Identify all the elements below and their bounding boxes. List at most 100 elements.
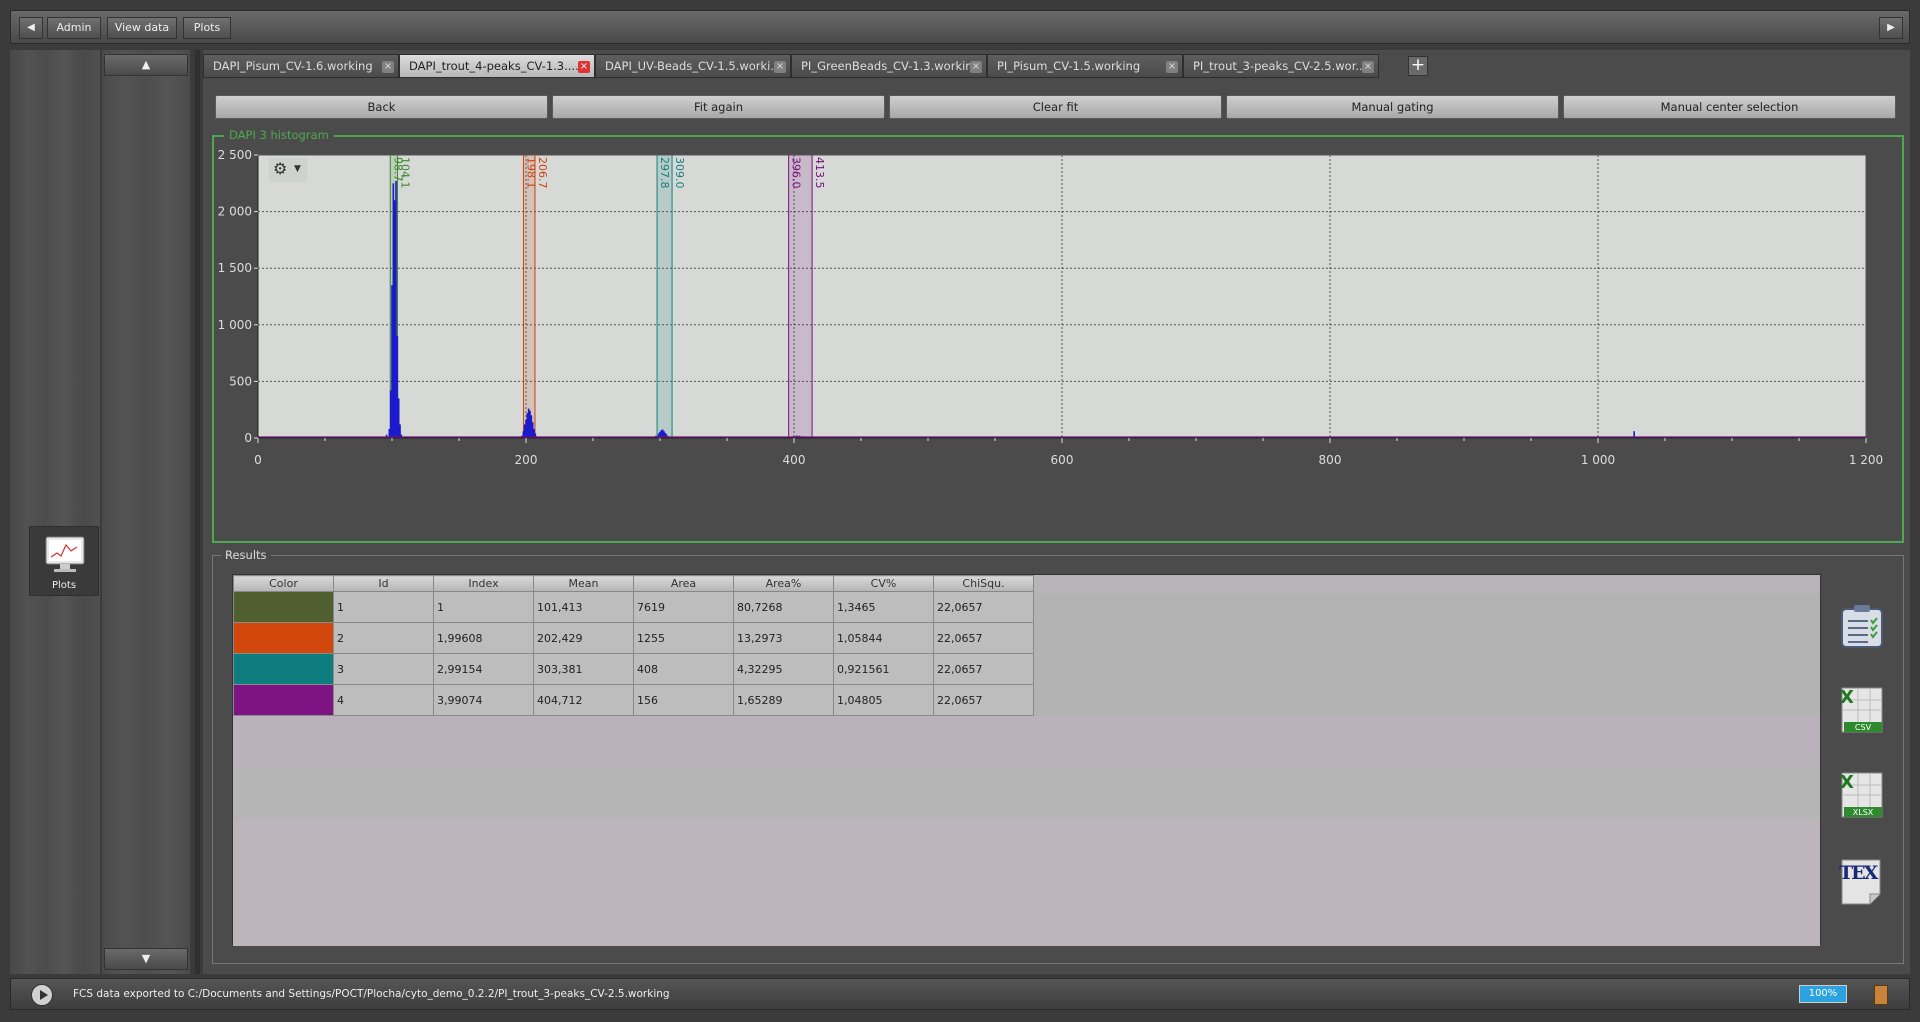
column-header-index[interactable]: Index	[433, 575, 534, 592]
plots-button[interactable]: Plots	[183, 17, 231, 39]
column-header-area-pct[interactable]: Area%	[733, 575, 834, 592]
gate-left-label: 396.0	[790, 157, 803, 189]
status-bar: FCS data exported to C:/Documents and Se…	[10, 978, 1910, 1010]
histogram-panel: DAPI 3 histogram 98.7 104.1 198.1 206.7 297.…	[212, 128, 1904, 543]
manual-gating-button[interactable]: Manual gating	[1226, 95, 1559, 119]
gate-left-label: 198.1	[524, 157, 537, 189]
table-cell-mean: 303,381	[533, 653, 634, 685]
close-icon[interactable]: ×	[1166, 61, 1178, 73]
column-header-color[interactable]: Color	[233, 575, 334, 592]
checklist-report-icon[interactable]	[1838, 603, 1886, 651]
plots-sidebar-label: Plots	[51, 580, 77, 591]
export-tex-button[interactable]: TEX	[1836, 856, 1886, 906]
x-tick-label: 400	[783, 453, 806, 467]
table-cell-mean: 202,429	[533, 622, 634, 654]
table-cell-index: 2,99154	[433, 653, 534, 685]
close-icon[interactable]: ×	[382, 61, 394, 73]
table-cell-area: 156	[633, 684, 734, 716]
table-row[interactable]: 2 1,99608 202,429 1255 13,2973 1,05844 22,0657	[233, 622, 1034, 654]
gate-region	[657, 155, 673, 438]
gear-icon: ⚙	[273, 159, 288, 178]
table-row[interactable]: 4 3,99074 404,712 156 1,65289 1,04805 22,0657	[233, 684, 1034, 716]
back-button[interactable]: Back	[215, 95, 548, 119]
table-cell-area-pct: 80,7268	[733, 591, 834, 623]
zoom-indicator[interactable]: 100%	[1799, 985, 1847, 1003]
tex-label: TEX	[1839, 862, 1878, 884]
y-tick-label: 500	[229, 374, 252, 388]
column-header-area[interactable]: Area	[633, 575, 734, 592]
color-swatch[interactable]	[233, 591, 334, 623]
main-panel: DAPI_Pisum_CV-1.6.working × DAPI_trout_4…	[203, 50, 1910, 974]
color-swatch[interactable]	[233, 622, 334, 654]
tab-label: DAPI_trout_4-peaks_CV-1.3....	[409, 59, 579, 73]
manual-center-selection-button[interactable]: Manual center selection	[1563, 95, 1896, 119]
table-cell-area: 408	[633, 653, 734, 685]
monitor-chart-icon	[45, 536, 85, 572]
export-csv-button[interactable]: X CSV	[1838, 686, 1886, 734]
svg-text:X: X	[1840, 687, 1854, 708]
panel-divider[interactable]	[195, 50, 200, 974]
x-tick-label: 600	[1051, 453, 1074, 467]
table-cell-index: 1	[433, 591, 534, 623]
histogram-chart[interactable]: 98.7104.1 198.1206.7 297.8 309.0 396.0 413.50…	[214, 137, 1902, 541]
table-cell-area-pct: 4,32295	[733, 653, 834, 685]
gate-region	[523, 155, 535, 438]
clear-fit-button[interactable]: Clear fit	[889, 95, 1222, 119]
results-title: Results	[221, 548, 271, 562]
back-arrow-button[interactable]: ◀	[19, 17, 43, 39]
tab-label: PI_trout_3-peaks_CV-2.5.wor...	[1193, 59, 1367, 73]
table-cell-area: 7619	[633, 591, 734, 623]
column-header-chisqu[interactable]: ChiSqu.	[933, 575, 1034, 592]
plots-sidebar-item[interactable]: Plots	[29, 526, 99, 596]
color-swatch[interactable]	[233, 684, 334, 716]
close-icon[interactable]: ×	[970, 61, 982, 73]
table-cell-id: 2	[333, 622, 434, 654]
x-tick-label: 200	[515, 453, 538, 467]
column-header-id[interactable]: Id	[333, 575, 434, 592]
table-row[interactable]: 1 1 101,413 7619 80,7268 1,3465 22,0657	[233, 591, 1034, 623]
x-tick-label: 1 000	[1581, 453, 1615, 467]
x-tick-label: 1 200	[1849, 453, 1883, 467]
table-cell-mean: 101,413	[533, 591, 634, 623]
scroll-down-button[interactable]: ▼	[104, 948, 188, 970]
table-cell-id: 3	[333, 653, 434, 685]
tab-dapi-pisum[interactable]: DAPI_Pisum_CV-1.6.working ×	[203, 54, 399, 78]
table-row[interactable]: 3 2,99154 303,381 408 4,32295 0,921561 22,0657	[233, 653, 1034, 685]
y-tick-label: 2 000	[218, 205, 252, 219]
add-tab-button[interactable]: +	[1408, 56, 1428, 76]
view-data-button[interactable]: View data	[107, 17, 177, 39]
sidebar-scroll-column: ▲ ▼	[102, 50, 190, 974]
y-tick-label: 2 500	[218, 148, 252, 162]
exit-door-icon[interactable]	[1874, 985, 1888, 1005]
forward-arrow-button[interactable]: ▶	[1879, 17, 1903, 39]
close-icon[interactable]: ×	[1362, 61, 1374, 73]
gate-right-label: 104.1	[398, 157, 411, 189]
tab-dapi-trout[interactable]: DAPI_trout_4-peaks_CV-1.3.... ×	[399, 54, 595, 78]
tab-label: DAPI_UV-Beads_CV-1.5.worki...	[605, 59, 782, 73]
tab-pi-greenbeads[interactable]: PI_GreenBeads_CV-1.3.working ×	[791, 54, 987, 78]
play-icon[interactable]	[31, 984, 53, 1006]
close-icon[interactable]: ×	[774, 61, 786, 73]
tab-pi-pisum[interactable]: PI_Pisum_CV-1.5.working ×	[987, 54, 1183, 78]
table-cell-id: 1	[333, 591, 434, 623]
left-sidebar: Plots	[10, 50, 100, 974]
table-cell-cv: 1,3465	[833, 591, 934, 623]
x-tick-label: 0	[254, 453, 262, 467]
fit-again-button[interactable]: Fit again	[552, 95, 885, 119]
column-header-mean[interactable]: Mean	[533, 575, 634, 592]
table-cell-chi: 22,0657	[933, 622, 1034, 654]
color-swatch[interactable]	[233, 653, 334, 685]
table-cell-cv: 1,04805	[833, 684, 934, 716]
gate-region	[788, 155, 813, 438]
results-panel: Results Color Id Index Mean Area Area% C…	[212, 548, 1904, 964]
column-header-cv[interactable]: CV%	[833, 575, 934, 592]
results-table: Color Id Index Mean Area Area% CV% ChiSq…	[233, 575, 1034, 716]
close-icon[interactable]: ×	[578, 61, 590, 73]
tab-dapi-uv-beads[interactable]: DAPI_UV-Beads_CV-1.5.worki... ×	[595, 54, 791, 78]
scroll-up-button[interactable]: ▲	[104, 54, 188, 76]
chevron-down-icon: ▼	[294, 164, 301, 174]
export-xlsx-button[interactable]: X XLSX	[1838, 771, 1886, 819]
chart-settings-button[interactable]: ⚙ ▼	[269, 158, 307, 182]
tab-pi-trout[interactable]: PI_trout_3-peaks_CV-2.5.wor... ×	[1183, 54, 1379, 78]
admin-button[interactable]: Admin	[47, 17, 101, 39]
